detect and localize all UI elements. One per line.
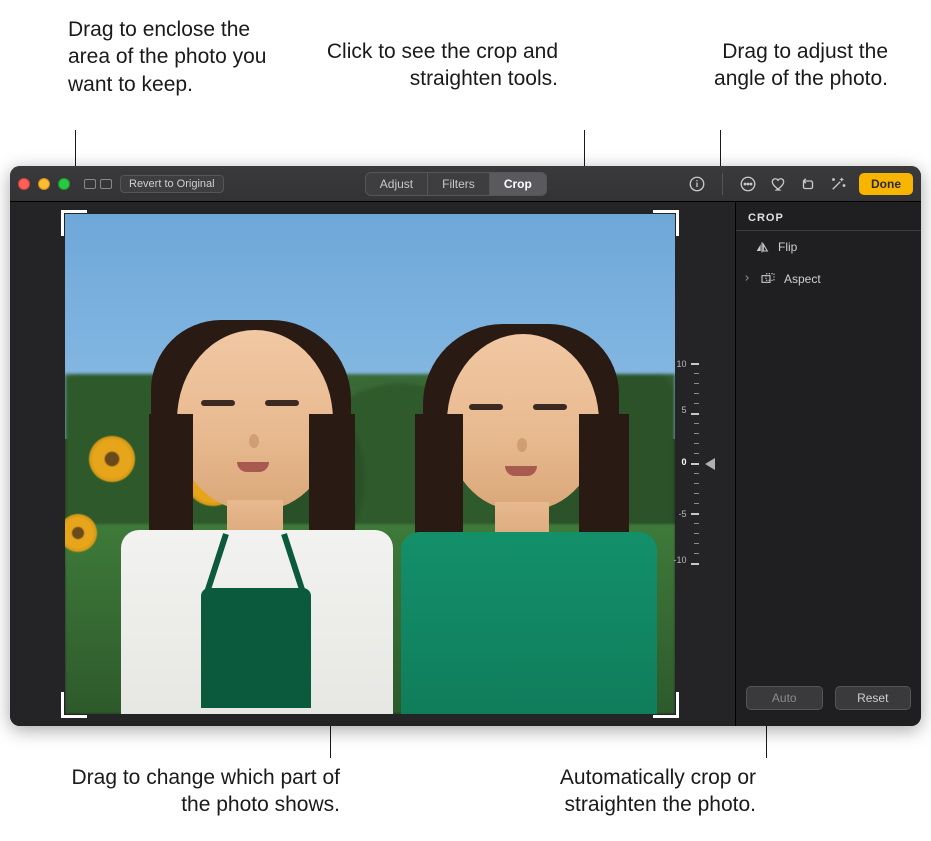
chevron-right-icon — [742, 272, 752, 286]
dial-label-zero: 0 — [681, 457, 686, 467]
rotate-icon[interactable] — [799, 175, 817, 193]
dial-label-p10: 10 — [676, 359, 686, 369]
more-icon[interactable] — [739, 175, 757, 193]
callout-reposition: Drag to change which part of the photo s… — [50, 764, 340, 819]
dial-label-p5: 5 — [681, 405, 686, 415]
info-icon[interactable] — [688, 175, 706, 193]
straighten-dial[interactable]: 10 5 0 -5 -10 — [657, 359, 709, 569]
reset-button[interactable]: Reset — [835, 686, 912, 710]
panel-item-flip[interactable]: Flip — [736, 231, 921, 263]
done-button[interactable]: Done — [859, 173, 913, 195]
dial-label-m10: -10 — [673, 555, 686, 565]
photos-edit-window: Revert to Original Adjust Filters Crop — [10, 166, 921, 726]
tab-crop[interactable]: Crop — [489, 173, 546, 195]
aspect-icon — [760, 271, 776, 287]
panel-title: CROP — [736, 202, 921, 231]
toolbar: Revert to Original Adjust Filters Crop — [10, 166, 921, 202]
revert-to-original-button[interactable]: Revert to Original — [120, 175, 224, 193]
edit-tabs: Adjust Filters Crop — [365, 172, 547, 196]
tab-filters[interactable]: Filters — [427, 173, 489, 195]
crop-handle-top-left[interactable] — [61, 210, 87, 236]
minimize-dot[interactable] — [38, 178, 50, 190]
photo[interactable] — [65, 214, 675, 714]
zoom-dot[interactable] — [58, 178, 70, 190]
crop-handle-bottom-right[interactable] — [653, 692, 679, 718]
flip-icon — [754, 239, 770, 255]
view-mode-icons[interactable] — [84, 179, 112, 189]
dial-label-m5: -5 — [678, 509, 686, 519]
window-controls — [18, 178, 70, 190]
callout-crop-tools: Click to see the crop and straighten too… — [318, 38, 558, 93]
crop-handle-top-right[interactable] — [653, 210, 679, 236]
favorite-icon[interactable] — [769, 175, 787, 193]
aspect-label: Aspect — [784, 272, 821, 286]
panel-item-aspect[interactable]: Aspect — [736, 263, 921, 295]
auto-button[interactable]: Auto — [746, 686, 823, 710]
flip-label: Flip — [778, 240, 797, 254]
callout-auto: Automatically crop or straighten the pho… — [496, 764, 756, 819]
crop-frame[interactable]: 10 5 0 -5 -10 — [65, 214, 675, 714]
dial-pointer-icon — [705, 458, 715, 470]
tab-adjust[interactable]: Adjust — [366, 173, 427, 195]
crop-handle-bottom-left[interactable] — [61, 692, 87, 718]
canvas-area: 10 5 0 -5 -10 — [10, 202, 735, 726]
crop-panel: CROP Flip Aspect Au — [735, 202, 921, 726]
auto-enhance-icon[interactable] — [829, 175, 847, 193]
callout-crop-area: Drag to enclose the area of the photo yo… — [68, 16, 278, 98]
close-dot[interactable] — [18, 178, 30, 190]
callout-angle: Drag to adjust the angle of the photo. — [678, 38, 888, 93]
